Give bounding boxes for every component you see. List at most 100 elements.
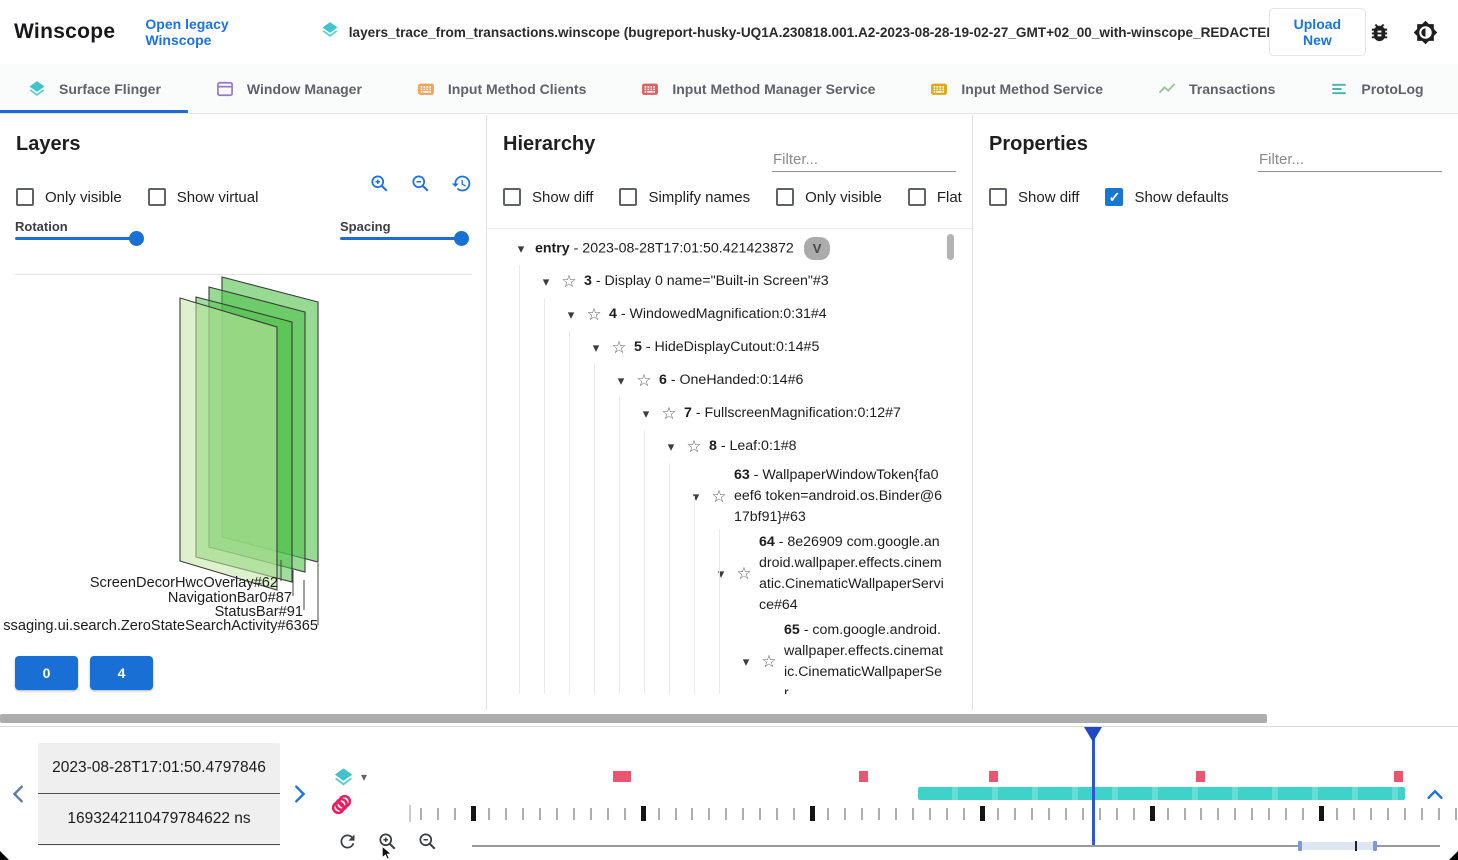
checkbox-show-diff[interactable]: Show diff [989, 188, 1079, 206]
transition-marker[interactable] [1394, 771, 1403, 782]
unchecked-checkbox[interactable] [989, 188, 1007, 206]
expand-caret-icon[interactable]: ▾ [588, 340, 604, 356]
checkbox-only-visible[interactable]: Only visible [776, 188, 882, 206]
pin-star-icon[interactable]: ☆ [685, 437, 703, 457]
transition-marker[interactable] [859, 771, 868, 782]
unchecked-checkbox[interactable] [619, 188, 637, 206]
timeline-tick [963, 808, 965, 820]
minimap-band-handle[interactable] [1298, 841, 1302, 851]
rotation-slider-thumb[interactable] [129, 231, 144, 246]
expand-caret-icon[interactable]: ▾ [613, 373, 629, 389]
checkbox-simplify-names[interactable]: Simplify names [619, 188, 750, 206]
checkbox-only-visible[interactable]: Only visible [16, 188, 122, 206]
expand-caret-icon[interactable]: ▾ [738, 654, 754, 670]
rotation-slider[interactable] [15, 231, 137, 245]
tree-node-3[interactable]: ▾☆3 - Display 0 name="Built-in Screen"#3 [487, 265, 945, 298]
layer-sheet[interactable] [180, 298, 277, 590]
checkbox-show-virtual[interactable]: Show virtual [148, 188, 259, 206]
zoom-in-icon[interactable] [369, 173, 390, 194]
previous-entry-chevron-icon[interactable] [8, 783, 30, 805]
zoom-out-icon[interactable] [410, 173, 431, 194]
pin-star-icon[interactable]: ☆ [635, 371, 653, 391]
hierarchy-filter-input[interactable] [772, 148, 956, 172]
bug-report-icon[interactable] [1368, 21, 1391, 44]
checkbox-flat[interactable]: Flat [908, 188, 962, 206]
checked-checkbox[interactable] [1105, 188, 1123, 206]
collapse-timeline-chevron-icon[interactable] [1424, 784, 1446, 806]
pin-star-icon[interactable]: ☆ [760, 652, 778, 672]
timestamp-human-input[interactable]: 2023-08-28T17:01:50.4797846 [38, 743, 280, 794]
reset-view-icon[interactable] [451, 173, 472, 194]
tab-transitions[interactable]: Transitions [1451, 64, 1458, 113]
expand-caret-icon[interactable]: ▾ [513, 241, 529, 257]
pin-star-icon[interactable]: ☆ [610, 338, 628, 358]
refresh-icon[interactable] [337, 831, 358, 852]
checkbox-show-diff[interactable]: Show diff [503, 188, 593, 206]
open-legacy-winscope-link[interactable]: Open legacy Winscope [145, 16, 277, 48]
loaded-trace-file[interactable]: layers_trace_from_transactions.winscope … [320, 20, 1269, 45]
properties-filter-input[interactable] [1258, 148, 1442, 172]
tab-input-method-clients[interactable]: Input Method Clients [389, 64, 613, 113]
expand-caret-icon[interactable]: ▾ [688, 489, 704, 505]
timeline-cursor[interactable] [1092, 727, 1095, 845]
transition-marker[interactable] [613, 771, 622, 782]
tree-node-65[interactable]: ▾☆65 - com.google.android.wallpaper.effe… [487, 618, 945, 694]
pin-star-icon[interactable]: ☆ [585, 305, 603, 325]
expand-caret-icon[interactable]: ▾ [538, 274, 554, 290]
spacing-slider-thumb[interactable] [454, 231, 469, 246]
timeline-tick [1268, 808, 1270, 820]
spacing-slider[interactable] [340, 231, 462, 245]
surface-flinger-track-bar[interactable] [918, 787, 1405, 800]
expand-caret-icon[interactable]: ▾ [663, 439, 679, 455]
dark-mode-toggle-icon[interactable] [1413, 20, 1438, 45]
unchecked-checkbox[interactable] [908, 188, 926, 206]
tab-surface-flinger[interactable]: Surface Flinger [0, 64, 188, 113]
tree-node-6[interactable]: ▾☆6 - OneHanded:0:14#6 [487, 364, 945, 397]
spacing-slider-track[interactable] [340, 237, 462, 240]
timeline-zoom-out-icon[interactable] [417, 831, 438, 852]
tab-protolog[interactable]: ProtoLog [1302, 64, 1450, 113]
pin-star-icon[interactable]: ☆ [735, 564, 753, 584]
tree-node-4[interactable]: ▾☆4 - WindowedMagnification:0:31#4 [487, 298, 945, 331]
transition-marker[interactable] [1196, 771, 1205, 782]
tree-node-5[interactable]: ▾☆5 - HideDisplayCutout:0:14#5 [487, 331, 945, 364]
next-entry-chevron-icon[interactable] [288, 783, 310, 805]
layer-id-button-0[interactable]: 0 [15, 656, 78, 690]
pin-star-icon[interactable]: ☆ [560, 272, 578, 292]
tree-node-63[interactable]: ▾☆63 - WallpaperWindowToken{fa0eef6 toke… [487, 463, 945, 530]
unchecked-checkbox[interactable] [16, 188, 34, 206]
tab-transactions[interactable]: Transactions [1130, 64, 1302, 113]
unchecked-checkbox[interactable] [503, 188, 521, 206]
layer-id-button-4[interactable]: 4 [90, 656, 153, 690]
minimap-band-handle[interactable] [1373, 841, 1377, 851]
expand-caret-icon[interactable]: ▾ [638, 406, 654, 422]
timeline-horizontal-scrollbar[interactable] [0, 714, 1267, 723]
scrollbar-thumb[interactable] [947, 234, 954, 260]
timeline-cursor-head[interactable] [1084, 727, 1102, 742]
checkbox-show-defaults[interactable]: Show defaults [1105, 188, 1228, 206]
tree-node-entry[interactable]: ▾entry - 2023-08-28T17:01:50.421423872V [487, 232, 945, 265]
expand-caret-icon[interactable]: ▾ [563, 307, 579, 323]
tab-input-method-manager-service[interactable]: Input Method Manager Service [613, 64, 902, 113]
tree-node-7[interactable]: ▾☆7 - FullscreenMagnification:0:12#7 [487, 397, 945, 430]
tree-node-8[interactable]: ▾☆8 - Leaf:0:1#8 [487, 430, 945, 463]
unchecked-checkbox[interactable] [148, 188, 166, 206]
pin-star-icon[interactable]: ☆ [660, 404, 678, 424]
hierarchy-scrollbar[interactable] [947, 234, 954, 694]
checkbox-label: Only visible [45, 189, 122, 206]
transition-marker-row [0, 771, 1458, 783]
unchecked-checkbox[interactable] [776, 188, 794, 206]
tab-window-manager[interactable]: Window Manager [188, 64, 389, 113]
expand-caret-icon[interactable]: ▾ [713, 566, 729, 582]
timeline-tick [437, 808, 439, 820]
rotation-slider-track[interactable] [15, 237, 137, 240]
tree-node-64[interactable]: ▾☆64 - 8e26909 com.google.android.wallpa… [487, 530, 945, 618]
transition-marker[interactable] [989, 771, 998, 782]
tab-input-method-service[interactable]: Input Method Service [902, 64, 1130, 113]
pin-star-icon[interactable]: ☆ [710, 487, 728, 507]
layers-3d-view[interactable]: ScreenDecorHwcOverlay#62NavigationBar0#8… [0, 275, 486, 655]
minimap-zoom-band[interactable] [1300, 842, 1376, 850]
upload-new-button[interactable]: Upload New [1269, 8, 1366, 56]
transition-marker[interactable] [622, 771, 631, 782]
timeline-minimap[interactable] [472, 845, 1440, 847]
